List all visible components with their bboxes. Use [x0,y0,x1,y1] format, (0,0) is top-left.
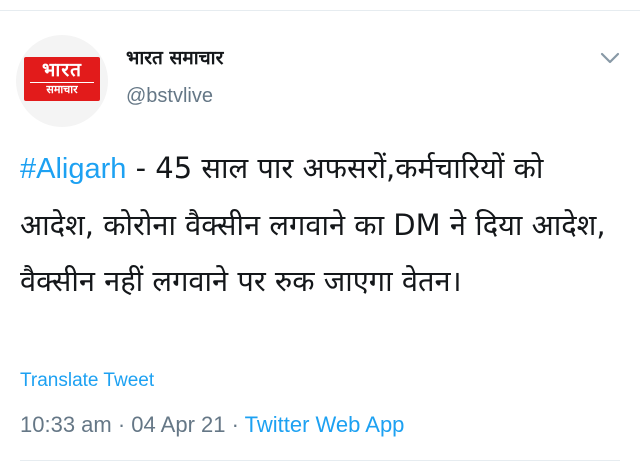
bharat-samachar-logo: भारत समाचार [24,57,100,101]
display-name[interactable]: भारत समाचार [126,44,223,70]
top-divider [0,0,640,11]
account-handle[interactable]: @bstvlive [126,85,213,108]
avatar[interactable]: भारत समाचार [16,35,108,127]
hashtag-link[interactable]: #Aligarh [20,153,126,185]
logo-line2: समाचार [30,82,94,96]
logo-line1: भारत [42,59,82,81]
tweet-date[interactable]: 04 Apr 21 [131,412,225,437]
tweet-text: #Aligarh - 45 साल पार अफसरों,कर्मचारियों… [20,140,620,309]
tweet-time[interactable]: 10:33 am [20,412,112,437]
tweet-meta: 10:33 am · 04 Apr 21 · Twitter Web App [20,412,404,438]
meta-separator: · [111,412,132,437]
meta-separator: · [225,412,245,437]
translate-tweet-link[interactable]: Translate Tweet [20,370,154,392]
bottom-divider [20,460,620,461]
tweet-source-link[interactable]: Twitter Web App [245,412,405,437]
chevron-down-icon[interactable] [596,46,624,70]
